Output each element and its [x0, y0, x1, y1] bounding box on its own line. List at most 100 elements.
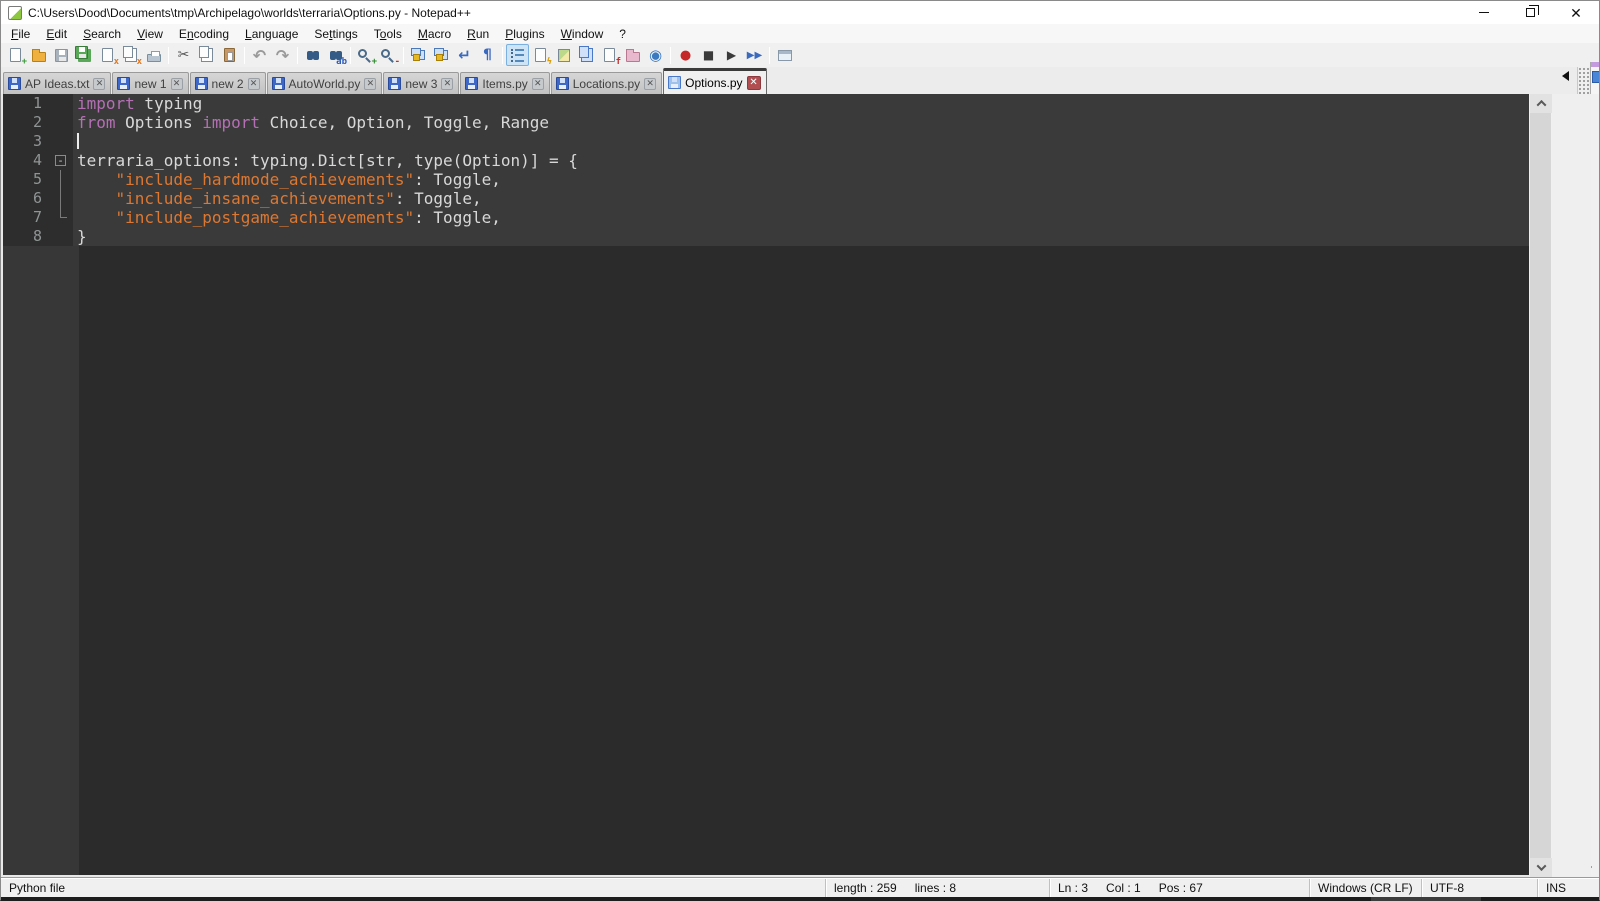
save-button[interactable]	[50, 44, 73, 66]
status-position[interactable]: Ln : 3 Col : 1 Pos : 67	[1049, 879, 1309, 897]
show-all-characters-button[interactable]: ¶	[476, 44, 499, 66]
run-macro-multiple-times-button[interactable]: ▶▶	[743, 44, 766, 66]
code-text[interactable]: }	[73, 227, 1529, 246]
undo-button[interactable]: ↶	[248, 44, 271, 66]
scroll-up-button[interactable]	[1530, 94, 1552, 113]
find-button[interactable]	[301, 44, 324, 66]
zoom-in-button[interactable]: +	[354, 44, 377, 67]
close-file-button[interactable]: x	[96, 44, 119, 67]
tab-new-3[interactable]: new 3 ✕	[383, 72, 460, 94]
code-line-8[interactable]: 8}	[3, 227, 1529, 246]
fold-collapse-icon[interactable]: -	[55, 155, 66, 166]
tab-autoworld-py[interactable]: AutoWorld.py ✕	[266, 72, 383, 94]
line-number[interactable]: 4	[3, 151, 51, 170]
synchronize-vertical-scrolling-button[interactable]	[407, 44, 430, 66]
folder-as-workspace-button[interactable]	[621, 44, 644, 66]
restore-button[interactable]	[1507, 1, 1553, 24]
replace-button[interactable]: ab	[324, 44, 347, 67]
menu-tools[interactable]: Tools	[366, 25, 410, 43]
show-indent-guide-button[interactable]	[506, 44, 529, 66]
status-eol[interactable]: Windows (CR LF)	[1309, 879, 1421, 897]
tab-locations-py[interactable]: Locations.py ✕	[550, 72, 663, 94]
status-insert-mode[interactable]: INS	[1537, 879, 1599, 897]
playback-macro-button[interactable]: ▶	[720, 44, 743, 66]
new-file-button[interactable]: +	[4, 44, 27, 67]
code-line-2[interactable]: 2 from Options import Choice, Option, Tog…	[3, 113, 1529, 132]
menu-view[interactable]: View	[129, 25, 171, 43]
menu-encoding[interactable]: Encoding	[171, 25, 237, 43]
menu-language[interactable]: Language	[237, 25, 306, 43]
tab-close-icon[interactable]: ✕	[247, 77, 260, 90]
menu-settings[interactable]: Settings	[306, 25, 365, 43]
code-text[interactable]: "include_hardmode_achievements": Toggle,	[73, 170, 1529, 189]
menu-plugins[interactable]: Plugins	[497, 25, 552, 43]
tab-close-icon[interactable]: ✕	[441, 77, 454, 90]
tab-close-icon[interactable]: ✕	[93, 77, 106, 90]
start-recording-macro-button[interactable]: ●	[674, 44, 697, 66]
status-encoding[interactable]: UTF-8	[1421, 879, 1537, 897]
redo-button[interactable]: ↷	[271, 44, 294, 66]
code-line-1[interactable]: 1 import typing	[3, 94, 1529, 113]
tab-close-icon[interactable]: ✕	[364, 77, 377, 90]
code-line-6[interactable]: 6 "include_insane_achievements": Toggle,	[3, 189, 1529, 208]
line-number[interactable]: 5	[3, 170, 51, 189]
print-button[interactable]	[142, 44, 165, 66]
menu-edit[interactable]: Edit	[38, 25, 75, 43]
tab-close-icon[interactable]: ✕	[170, 77, 183, 90]
copy-button[interactable]	[195, 44, 218, 66]
scroll-down-button[interactable]	[1530, 858, 1552, 877]
line-number[interactable]: 3	[3, 132, 51, 151]
token-def: Choice, Option, Toggle, Range	[260, 113, 550, 132]
vertical-scrollbar[interactable]	[1529, 94, 1552, 877]
zoom-out-button[interactable]: -	[377, 44, 400, 67]
minimize-button[interactable]	[1461, 1, 1507, 24]
menu-run[interactable]: Run	[459, 25, 497, 43]
start-recording-macro-icon: ●	[679, 47, 692, 63]
close-button[interactable]: ✕	[1553, 1, 1599, 24]
document-map-button[interactable]	[552, 44, 575, 66]
tab-ap-ideas-txt[interactable]: AP Ideas.txt ✕	[3, 72, 112, 94]
close-all-files-button[interactable]: x	[119, 44, 142, 67]
synchronize-horizontal-scrolling-button[interactable]	[430, 44, 453, 66]
cut-button[interactable]: ✂	[172, 44, 195, 66]
monitoring-button[interactable]: ◉	[644, 44, 667, 66]
code-text[interactable]: terraria_options: typing.Dict[str, type(…	[73, 151, 1529, 170]
tab-new-1[interactable]: new 1 ✕	[112, 72, 189, 94]
menu-[interactable]: ?	[611, 25, 634, 43]
menu-file[interactable]: File	[3, 25, 38, 43]
line-number[interactable]: 2	[3, 113, 51, 132]
tab-options-py[interactable]: Options.py ✕	[663, 68, 767, 94]
line-number[interactable]: 7	[3, 208, 51, 227]
menu-window[interactable]: Window	[553, 25, 612, 43]
stop-recording-macro-button[interactable]: ■	[697, 44, 720, 66]
open-file-button[interactable]	[27, 44, 50, 66]
function-list-button[interactable]: f	[598, 44, 621, 67]
tab-new-2[interactable]: new 2 ✕	[189, 72, 266, 94]
word-wrap-button[interactable]: ↵	[453, 44, 476, 66]
save-all-button[interactable]	[73, 44, 96, 66]
tab-close-icon[interactable]: ✕	[644, 77, 657, 90]
tab-close-icon[interactable]: ✕	[746, 75, 761, 90]
code-text[interactable]: import typing	[73, 94, 1529, 113]
code-line-3[interactable]: 3	[3, 132, 1529, 151]
code-line-5[interactable]: 5 "include_hardmode_achievements": Toggl…	[3, 170, 1529, 189]
code-line-4[interactable]: 4- terraria_options: typing.Dict[str, typ…	[3, 151, 1529, 170]
code-text[interactable]: "include_insane_achievements": Toggle,	[73, 189, 1529, 208]
tab-scroll-left-icon[interactable]	[1557, 71, 1569, 81]
line-number[interactable]: 1	[3, 94, 51, 113]
save-recorded-macro-button[interactable]	[773, 44, 796, 66]
menu-macro[interactable]: Macro	[410, 25, 459, 43]
editor[interactable]: 1 import typing 2 from Options import Choic…	[1, 94, 1529, 877]
user-defined-language-button[interactable]: ϟ	[529, 44, 552, 67]
code-line-7[interactable]: 7 "include_postgame_achievements": Toggl…	[3, 208, 1529, 227]
menu-search[interactable]: Search	[75, 25, 129, 43]
code-text[interactable]: "include_postgame_achievements": Toggle,	[73, 208, 1529, 227]
tab-close-icon[interactable]: ✕	[531, 77, 544, 90]
paste-button[interactable]	[218, 44, 241, 66]
document-list-button[interactable]	[575, 44, 598, 66]
code-text[interactable]	[73, 132, 1529, 151]
tab-items-py[interactable]: Items.py ✕	[460, 72, 550, 94]
code-text[interactable]: from Options import Choice, Option, Togg…	[73, 113, 1529, 132]
line-number[interactable]: 6	[3, 189, 51, 208]
line-number[interactable]: 8	[3, 227, 51, 246]
